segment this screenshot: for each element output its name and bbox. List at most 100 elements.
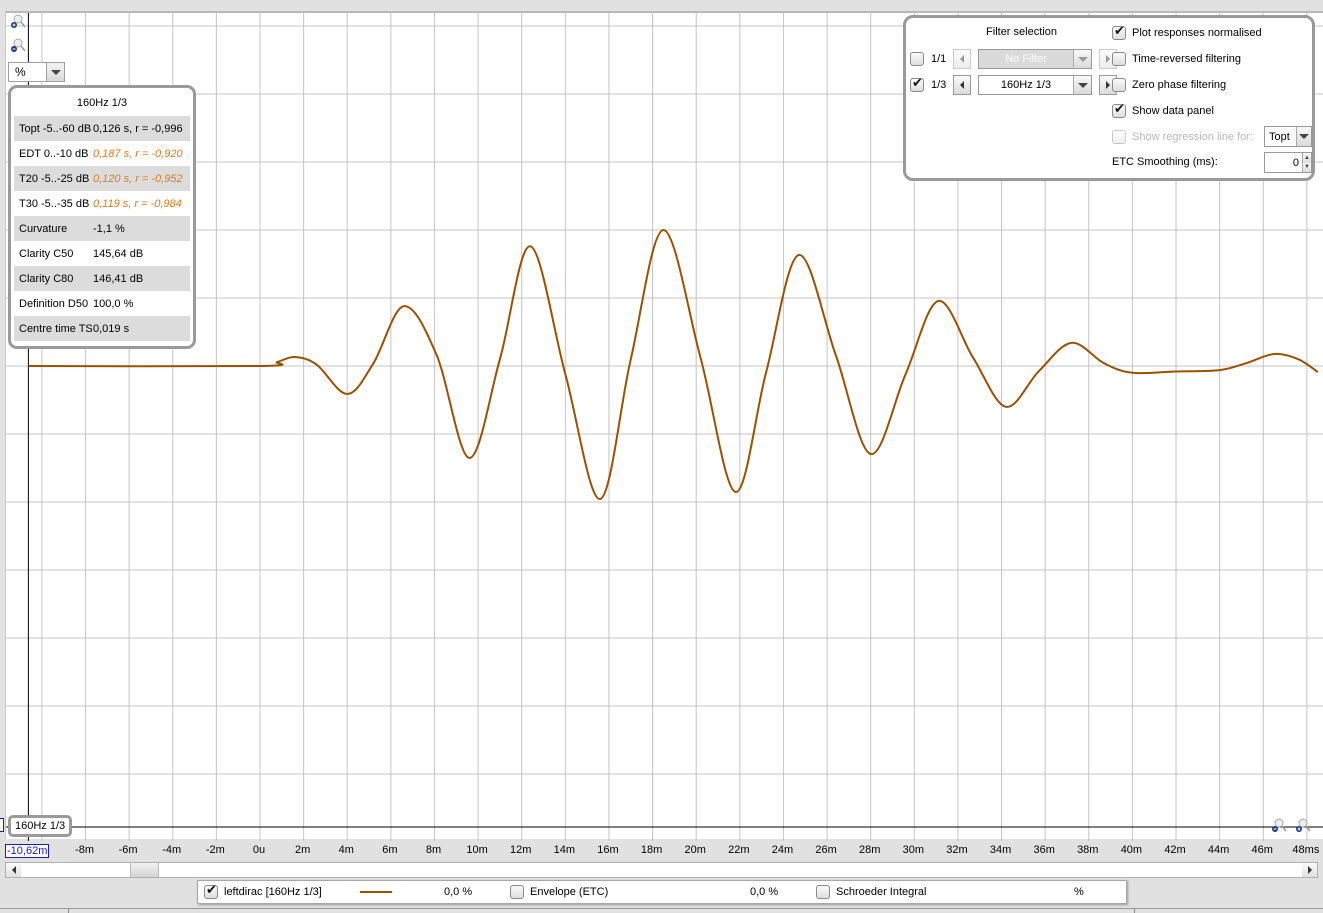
- metric-label: Curvature: [19, 222, 68, 235]
- metric-value: 0,120 s, r = -0,952: [93, 172, 183, 185]
- x-tick-label: 6m: [382, 844, 398, 856]
- x-tick-label: -4m: [162, 844, 182, 856]
- chevron-right-icon: [1106, 81, 1110, 89]
- metric-label: Clarity C50: [19, 247, 74, 260]
- schroeder-checkbox[interactable]: [816, 885, 830, 899]
- filter-row-third-octave: 1/3 160Hz 1/3: [910, 75, 1117, 95]
- third-octave-prev-button[interactable]: [953, 75, 971, 95]
- metric-label: T30 -5..-35 dB: [19, 197, 90, 210]
- legend-item-envelope[interactable]: Envelope (ETC): [510, 885, 608, 899]
- legend-item-leftdirac[interactable]: leftdirac [160Hz 1/3]: [204, 883, 322, 899]
- horizontal-scrollbar[interactable]: [5, 862, 1318, 878]
- zero-phase-checkbox[interactable]: [1112, 78, 1126, 92]
- curve-name-tag: 160Hz 1/3: [8, 815, 73, 837]
- cursor-y-marker: [0, 818, 4, 832]
- zoom-in-horizontal-button[interactable]: [1296, 818, 1311, 834]
- x-tick-label: 2m: [294, 844, 311, 856]
- zoom-out-icon: [1272, 818, 1287, 832]
- chevron-down-icon[interactable]: [46, 63, 64, 81]
- option-show-data-panel[interactable]: Show data panel: [1112, 101, 1214, 121]
- third-octave-filter-select[interactable]: 160Hz 1/3: [978, 75, 1092, 95]
- zoom-in-icon: [1296, 818, 1311, 832]
- show-regression-checkbox[interactable]: [1112, 130, 1126, 144]
- regression-select[interactable]: Topt: [1264, 126, 1312, 147]
- x-tick-label: 12m: [510, 844, 532, 856]
- x-tick-label: 38m: [1077, 844, 1099, 856]
- chevron-left-icon: [11, 866, 16, 874]
- spinner-down-icon[interactable]: ▼: [1303, 162, 1311, 172]
- leftdirac-checkbox[interactable]: [204, 883, 218, 899]
- data-panel-title: 160Hz 1/3: [76, 97, 128, 109]
- leftdirac-line-swatch: [360, 891, 392, 893]
- option-time-reversed[interactable]: Time-reversed filtering: [1112, 49, 1241, 69]
- x-tick-label: 30m: [902, 844, 924, 856]
- etc-smoothing-value[interactable]: 0: [1265, 157, 1302, 169]
- octave-filter-select[interactable]: No Filter: [978, 49, 1092, 69]
- option-zero-phase[interactable]: Zero phase filtering: [1112, 75, 1226, 95]
- x-tick-label: 46m: [1251, 844, 1273, 856]
- chevron-left-icon: [960, 55, 964, 63]
- chevron-right-icon: [1106, 55, 1110, 63]
- option-plot-normalised[interactable]: Plot responses normalised: [1112, 23, 1262, 43]
- x-tick-label: 28m: [858, 844, 881, 856]
- zoom-out-icon: [11, 38, 26, 52]
- octave-filter-label: 1/1: [931, 53, 947, 65]
- scroll-left-button[interactable]: [6, 863, 21, 877]
- octave-filter-checkbox[interactable]: [910, 52, 924, 66]
- chevron-left-icon: [960, 81, 964, 89]
- chevron-down-icon[interactable]: [1073, 50, 1091, 68]
- x-tick-label: 42m: [1164, 844, 1186, 856]
- time-reversed-checkbox[interactable]: [1112, 52, 1126, 66]
- zoom-out-vertical-button[interactable]: [11, 38, 26, 54]
- zoom-in-vertical-button[interactable]: [11, 14, 26, 30]
- x-tick-label: 24m: [771, 844, 794, 856]
- time-reversed-label: Time-reversed filtering: [1132, 53, 1242, 65]
- metric-label: EDT 0..-10 dB: [19, 147, 89, 160]
- third-octave-filter-checkbox[interactable]: [910, 76, 924, 92]
- schroeder-value: %: [1074, 886, 1084, 898]
- filter-selection-panel: Filter selection 1/1 No Filter 1/3 160Hz…: [903, 15, 1315, 181]
- metric-value: 0,019 s: [93, 322, 130, 335]
- metric-value: 0,187 s, r = -0,920: [93, 147, 183, 160]
- zoom-in-icon: [11, 14, 26, 28]
- scroll-right-button[interactable]: [1302, 863, 1317, 877]
- envelope-checkbox[interactable]: [510, 885, 524, 899]
- filter-row-octave: 1/1 No Filter: [910, 49, 1117, 69]
- x-tick-label: -8m: [75, 844, 94, 856]
- x-tick-label: 18m: [640, 844, 663, 856]
- leftdirac-label: leftdirac [160Hz 1/3]: [224, 886, 322, 898]
- metric-label: Clarity C80: [19, 272, 74, 285]
- y-unit-value: %: [15, 65, 26, 79]
- y-unit-select[interactable]: %: [8, 62, 65, 82]
- chevron-right-icon: [1307, 866, 1312, 874]
- x-tick-label: 36m: [1033, 844, 1055, 856]
- show-regression-label: Show regression line for:: [1132, 131, 1254, 143]
- data-panel-row: Centre time TS 0,019 s: [14, 316, 190, 341]
- octave-prev-button[interactable]: [953, 49, 971, 69]
- spinner-up-icon[interactable]: ▲: [1303, 153, 1311, 163]
- plot-normalised-checkbox[interactable]: [1112, 24, 1126, 40]
- scroll-thumb[interactable]: [130, 863, 159, 877]
- envelope-label: Envelope (ETC): [530, 886, 609, 898]
- show-data-panel-checkbox[interactable]: [1112, 102, 1126, 118]
- x-tick-label: 4m: [338, 844, 354, 856]
- chevron-down-icon[interactable]: [1073, 76, 1091, 94]
- metric-value: 146,41 dB: [93, 272, 144, 285]
- x-axis: -8m -6m -4m -2m 0u 2m 4m 6m 8m 10m 12m 14m 16m 18m 20m…: [0, 840, 1323, 862]
- third-octave-filter-value: 160Hz 1/3: [1000, 79, 1052, 91]
- zoom-out-horizontal-button[interactable]: [1272, 818, 1287, 834]
- legend-item-schroeder[interactable]: Schroeder Integral: [816, 885, 927, 899]
- zero-phase-label: Zero phase filtering: [1132, 79, 1227, 91]
- option-show-regression[interactable]: Show regression line for:: [1112, 127, 1253, 147]
- data-panel-row: T30 -5..-35 dB 0,119 s, r = -0,984: [14, 191, 190, 216]
- x-tick-label: 48ms: [1292, 844, 1320, 856]
- x-tick-label: -6m: [118, 844, 138, 856]
- schroeder-label: Schroeder Integral: [836, 886, 927, 898]
- etc-smoothing-spinner[interactable]: 0 ▲ ▼: [1264, 152, 1312, 173]
- metric-value: 0,119 s, r = -0,984: [93, 197, 182, 210]
- chevron-down-icon[interactable]: [1296, 127, 1311, 146]
- metric-label: Centre time TS: [19, 322, 93, 335]
- data-panel-row: Clarity C50 145,64 dB: [14, 241, 190, 266]
- third-octave-filter-label: 1/3: [931, 79, 947, 91]
- series-line-leftdirac: [28, 228, 1319, 500]
